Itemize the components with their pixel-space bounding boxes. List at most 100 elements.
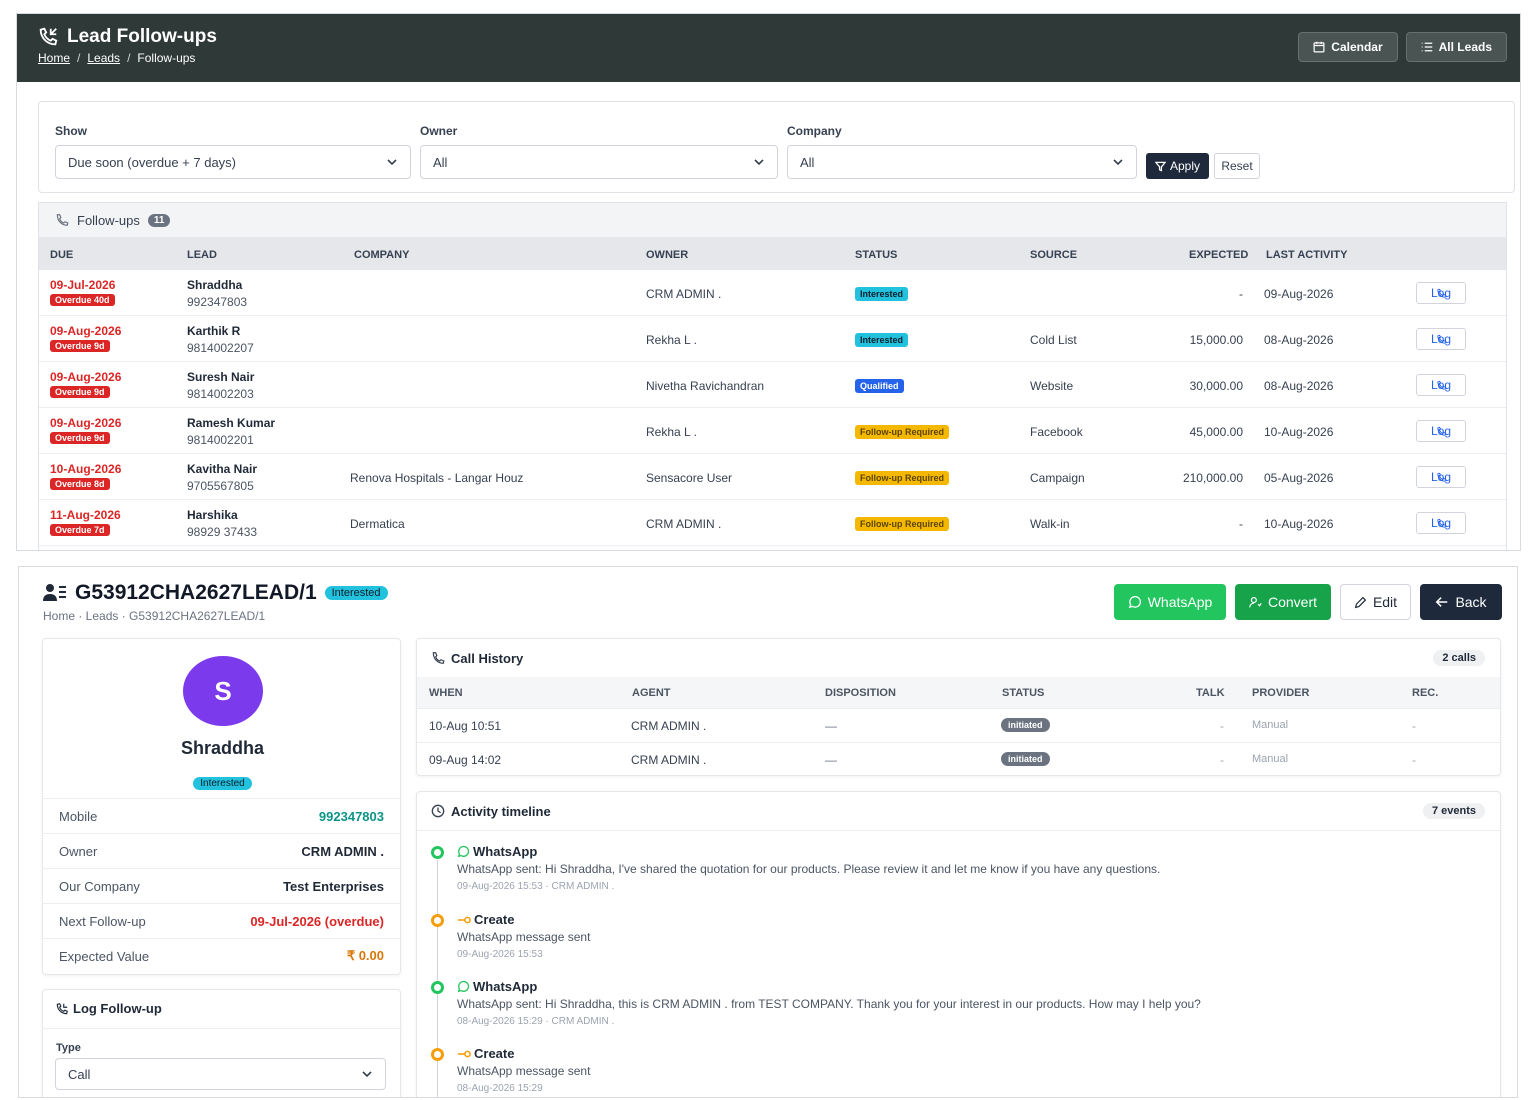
log-button[interactable]: Log <box>1416 512 1466 534</box>
log-button[interactable]: Log <box>1416 328 1466 350</box>
event-description: WhatsApp sent: Hi Shraddha, this is CRM … <box>457 997 1201 1011</box>
owner-label: Owner <box>420 124 458 138</box>
source-cell: Campaign <box>1030 471 1085 485</box>
list-icon <box>1421 42 1432 52</box>
due-date: 09-Aug-2026 <box>50 324 122 338</box>
status-badge: Qualified <box>855 379 904 393</box>
call-status-badge: initiated <box>1001 752 1050 766</box>
convert-button[interactable]: Convert <box>1235 584 1331 620</box>
lead-cell: Harshika 98929 37433 <box>187 508 257 539</box>
call-provider: Manual <box>1252 719 1289 731</box>
col-status[interactable]: STATUS <box>855 249 897 261</box>
key-icon <box>457 1050 471 1057</box>
breadcrumb-home[interactable]: Home <box>38 51 70 65</box>
call-agent: CRM ADMIN . <box>631 753 707 767</box>
page-title: Lead Follow-ups <box>67 26 217 47</box>
call-when: 09-Aug 14:02 <box>429 753 502 767</box>
whatsapp-button[interactable]: WhatsApp <box>1114 584 1226 620</box>
table-row: 10-Aug-2026 Overdue 8d Kavitha Nair 9705567… <box>39 454 1506 500</box>
expected-cell: 15,000.00 <box>1189 333 1243 347</box>
last-activity-cell: 10-Aug-2026 <box>1264 425 1334 439</box>
col-lead[interactable]: LEAD <box>187 249 217 261</box>
col-company[interactable]: COMPANY <box>354 249 409 261</box>
owner-select[interactable]: All <box>420 145 778 179</box>
event-meta: 08-Aug-2026 15:29 <box>457 1083 543 1094</box>
event-type: Create <box>474 1046 515 1061</box>
col-owner[interactable]: OWNER <box>646 249 688 261</box>
chevron-down-icon <box>387 159 397 166</box>
phone-icon <box>432 652 445 664</box>
event-meta: 08-Aug-2026 15:29 · CRM ADMIN . <box>457 1016 615 1027</box>
calls-count-badge: 2 calls <box>1433 650 1485 666</box>
source-cell: Facebook <box>1030 425 1083 439</box>
log-button[interactable]: Log <box>1416 420 1466 442</box>
lead-name[interactable]: Ramesh Kumar <box>187 416 275 430</box>
company-cell: Dermatica <box>350 517 405 531</box>
lead-cell: Kavitha Nair 9705567805 <box>187 462 257 493</box>
due-date: 09-Jul-2026 <box>50 278 116 292</box>
apply-button[interactable]: Apply <box>1146 153 1209 179</box>
company-select[interactable]: All <box>787 145 1137 179</box>
lead-name[interactable]: Shraddha <box>187 278 247 292</box>
show-label: Show <box>55 124 87 138</box>
timeline-line <box>437 860 438 1097</box>
status-badge: Follow-up Required <box>855 425 949 439</box>
calendar-button[interactable]: Calendar <box>1298 32 1398 62</box>
lead-cell: Suresh Nair 9814002203 <box>187 370 254 401</box>
log-button[interactable]: Log <box>1416 374 1466 396</box>
reset-button[interactable]: Reset <box>1214 153 1260 179</box>
lead-name[interactable]: Suresh Nair <box>187 370 254 384</box>
followups-count-badge: 11 <box>147 213 171 227</box>
col-last-activity[interactable]: LAST ACTIVITY <box>1266 249 1347 261</box>
status-badge: Follow-up Required <box>855 471 949 485</box>
log-button[interactable]: Log <box>1416 466 1466 488</box>
mobile-link[interactable]: 992347803 <box>319 809 384 824</box>
chevron-down-icon <box>1113 159 1123 166</box>
all-leads-button[interactable]: All Leads <box>1405 32 1507 62</box>
breadcrumb-leads[interactable]: Leads <box>87 51 120 65</box>
lead-name[interactable]: Kavitha Nair <box>187 462 257 476</box>
chevron-down-icon <box>754 159 764 166</box>
lead-breadcrumb: Home · Leads · G53912CHA2627LEAD/1 <box>43 609 266 623</box>
due-cell: 11-Aug-2026 Overdue 7d <box>50 508 121 536</box>
col-due[interactable]: DUE <box>50 249 73 261</box>
lead-phone: 992347803 <box>187 295 248 309</box>
owner-cell: Nivetha Ravichandran <box>646 379 765 393</box>
lead-phone: 9814002207 <box>187 341 254 355</box>
show-select[interactable]: Due soon (overdue + 7 days) <box>55 145 411 179</box>
overdue-badge: Overdue 9d <box>50 386 110 398</box>
log-followup-card: Log Follow-up Type Call <box>42 989 402 1097</box>
expected-cell: 30,000.00 <box>1189 379 1243 393</box>
whatsapp-icon <box>1128 596 1141 609</box>
overdue-badge: Overdue 40d <box>50 294 115 306</box>
followups-title: Follow-ups <box>77 212 140 228</box>
timeline-dot <box>431 981 444 994</box>
lead-phone: 9705567805 <box>187 479 254 493</box>
event-description: WhatsApp sent: Hi Shraddha, I've shared … <box>457 862 1161 876</box>
status-badge: Interested <box>855 287 909 301</box>
col-source[interactable]: SOURCE <box>1030 249 1077 261</box>
back-button[interactable]: Back <box>1420 584 1502 620</box>
lead-name[interactable]: Karthik R <box>187 324 254 338</box>
last-activity-cell: 08-Aug-2026 <box>1264 379 1334 393</box>
overdue-badge: Overdue 9d <box>50 340 110 352</box>
due-date: 10-Aug-2026 <box>50 462 122 476</box>
call-provider: Manual <box>1252 753 1289 765</box>
col-expected[interactable]: EXPECTED <box>1189 249 1248 261</box>
last-activity-cell: 05-Aug-2026 <box>1264 471 1334 485</box>
event-type: WhatsApp <box>473 979 538 994</box>
log-button[interactable]: Log <box>1416 282 1466 304</box>
due-cell: 09-Aug-2026 Overdue 9d <box>50 416 121 444</box>
table-header: DUE LEAD COMPANY OWNER STATUS SOURCE EXP… <box>39 238 1506 270</box>
calendar-icon <box>1313 41 1325 53</box>
edit-button[interactable]: Edit <box>1340 584 1411 620</box>
call-history-title: Call History <box>451 650 524 666</box>
type-select[interactable]: Call <box>55 1058 386 1090</box>
lead-cell: Karthik R 9814002207 <box>187 324 254 355</box>
timeline-dot <box>431 1048 444 1061</box>
expected-cell: 45,000.00 <box>1189 425 1243 439</box>
field-mobile: Mobile 992347803 <box>43 798 400 833</box>
phone-icon <box>56 214 69 226</box>
due-date: 09-Aug-2026 <box>50 370 122 384</box>
lead-name[interactable]: Harshika <box>187 508 257 522</box>
